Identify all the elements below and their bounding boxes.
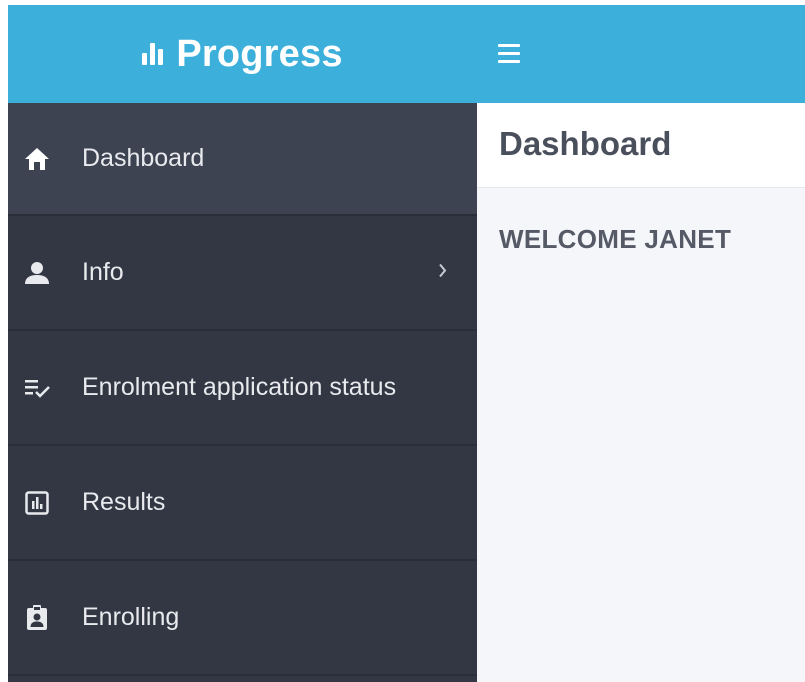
sidebar-item-enrolment-status[interactable]: Enrolment application status xyxy=(8,331,477,446)
top-header-bar: Progress xyxy=(8,5,805,103)
sidebar-item-results[interactable]: Results xyxy=(8,446,477,561)
app-window: Progress Dashboard Info Enrolment applic… xyxy=(8,5,805,682)
bar-chart-icon xyxy=(142,43,166,65)
content-header: Dashboard xyxy=(477,103,805,188)
main-content: Dashboard WELCOME JANET xyxy=(477,103,805,682)
home-icon xyxy=(24,146,50,172)
sidebar-item-info[interactable]: Info xyxy=(8,216,477,331)
sidebar-item-label: Enrolment application status xyxy=(82,373,397,401)
page-title: Dashboard xyxy=(499,125,672,162)
sidebar-item-label: Enrolling xyxy=(82,603,180,631)
checklist-icon xyxy=(24,375,50,401)
hamburger-menu-button[interactable] xyxy=(498,39,528,67)
sidebar-item-label: Info xyxy=(82,258,124,286)
chevron-right-icon xyxy=(439,263,447,282)
brand-name: Progress xyxy=(176,32,343,75)
sidebar-item-dashboard[interactable]: Dashboard xyxy=(8,103,477,216)
brand-logo[interactable]: Progress xyxy=(8,5,477,103)
welcome-message: WELCOME JANET xyxy=(499,224,732,254)
sidebar-item-label: Results xyxy=(82,488,166,516)
clipboard-user-icon xyxy=(24,604,50,631)
user-icon xyxy=(24,260,50,286)
hamburger-icon xyxy=(498,43,520,47)
sidebar: Dashboard Info Enrolment application sta… xyxy=(8,103,477,682)
sidebar-item-enrolling[interactable]: Enrolling xyxy=(8,561,477,676)
sidebar-item-label: Dashboard xyxy=(82,144,205,172)
chart-box-icon xyxy=(24,490,50,516)
